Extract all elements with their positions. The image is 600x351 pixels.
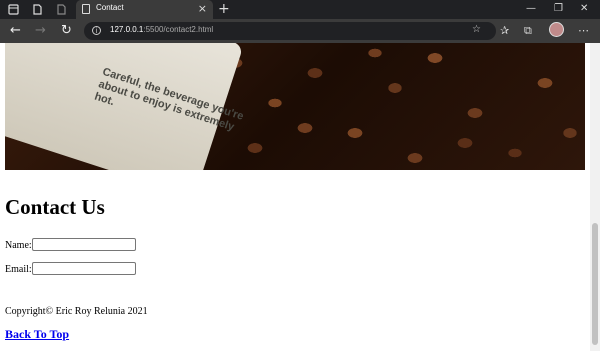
- tab-actions-icon[interactable]: [8, 4, 19, 15]
- page-favicon-icon: [82, 4, 90, 14]
- page-icon[interactable]: [56, 4, 67, 15]
- profile-avatar[interactable]: [549, 22, 564, 37]
- restore-button[interactable]: ❐: [554, 2, 563, 16]
- tab-contact[interactable]: Contact ×: [76, 0, 213, 19]
- reload-button[interactable]: ↻: [61, 23, 72, 39]
- tab-close-icon[interactable]: ×: [198, 2, 207, 16]
- minimize-button[interactable]: —: [526, 2, 536, 16]
- email-label: Email:: [5, 264, 32, 275]
- new-tab-button[interactable]: +: [218, 1, 230, 17]
- favorites-icon[interactable]: ✰: [500, 24, 509, 38]
- page-scrollbar[interactable]: [590, 43, 600, 351]
- scrollbar-thumb[interactable]: [592, 223, 598, 345]
- close-window-button[interactable]: ✕: [580, 2, 588, 16]
- back-to-top-link[interactable]: Back To Top: [5, 327, 69, 342]
- hero-image: Careful, the beverage you're about to en…: [5, 43, 585, 170]
- footer-copyright: Copyright© Eric Roy Relunia 2021: [5, 306, 148, 317]
- more-icon[interactable]: ⋯: [578, 24, 589, 38]
- page-viewport: Careful, the beverage you're about to en…: [0, 43, 590, 351]
- forward-button[interactable]: →: [35, 23, 46, 39]
- site-info-icon[interactable]: i: [92, 26, 101, 35]
- favorite-add-icon[interactable]: ☆: [472, 24, 481, 35]
- email-input[interactable]: [32, 262, 136, 275]
- name-input[interactable]: [32, 238, 136, 251]
- name-field-row: Name:: [5, 238, 136, 251]
- back-button[interactable]: ←: [10, 23, 21, 39]
- tab-title: Contact: [96, 3, 124, 12]
- workspaces-icon[interactable]: [32, 4, 43, 15]
- name-label: Name:: [5, 240, 32, 251]
- browser-tab-bar: Contact × + — ❐ ✕: [0, 0, 600, 19]
- email-field-row: Email:: [5, 262, 136, 275]
- page-title: Contact Us: [5, 195, 105, 219]
- collections-icon[interactable]: ⧉: [524, 24, 532, 38]
- url-text[interactable]: 127.0.0.1:5500/contact2.html: [110, 25, 213, 34]
- browser-toolbar: ← → ↻ i 127.0.0.1:5500/contact2.html ☆ ✰…: [0, 19, 600, 43]
- address-bar[interactable]: i 127.0.0.1:5500/contact2.html ☆: [84, 22, 496, 40]
